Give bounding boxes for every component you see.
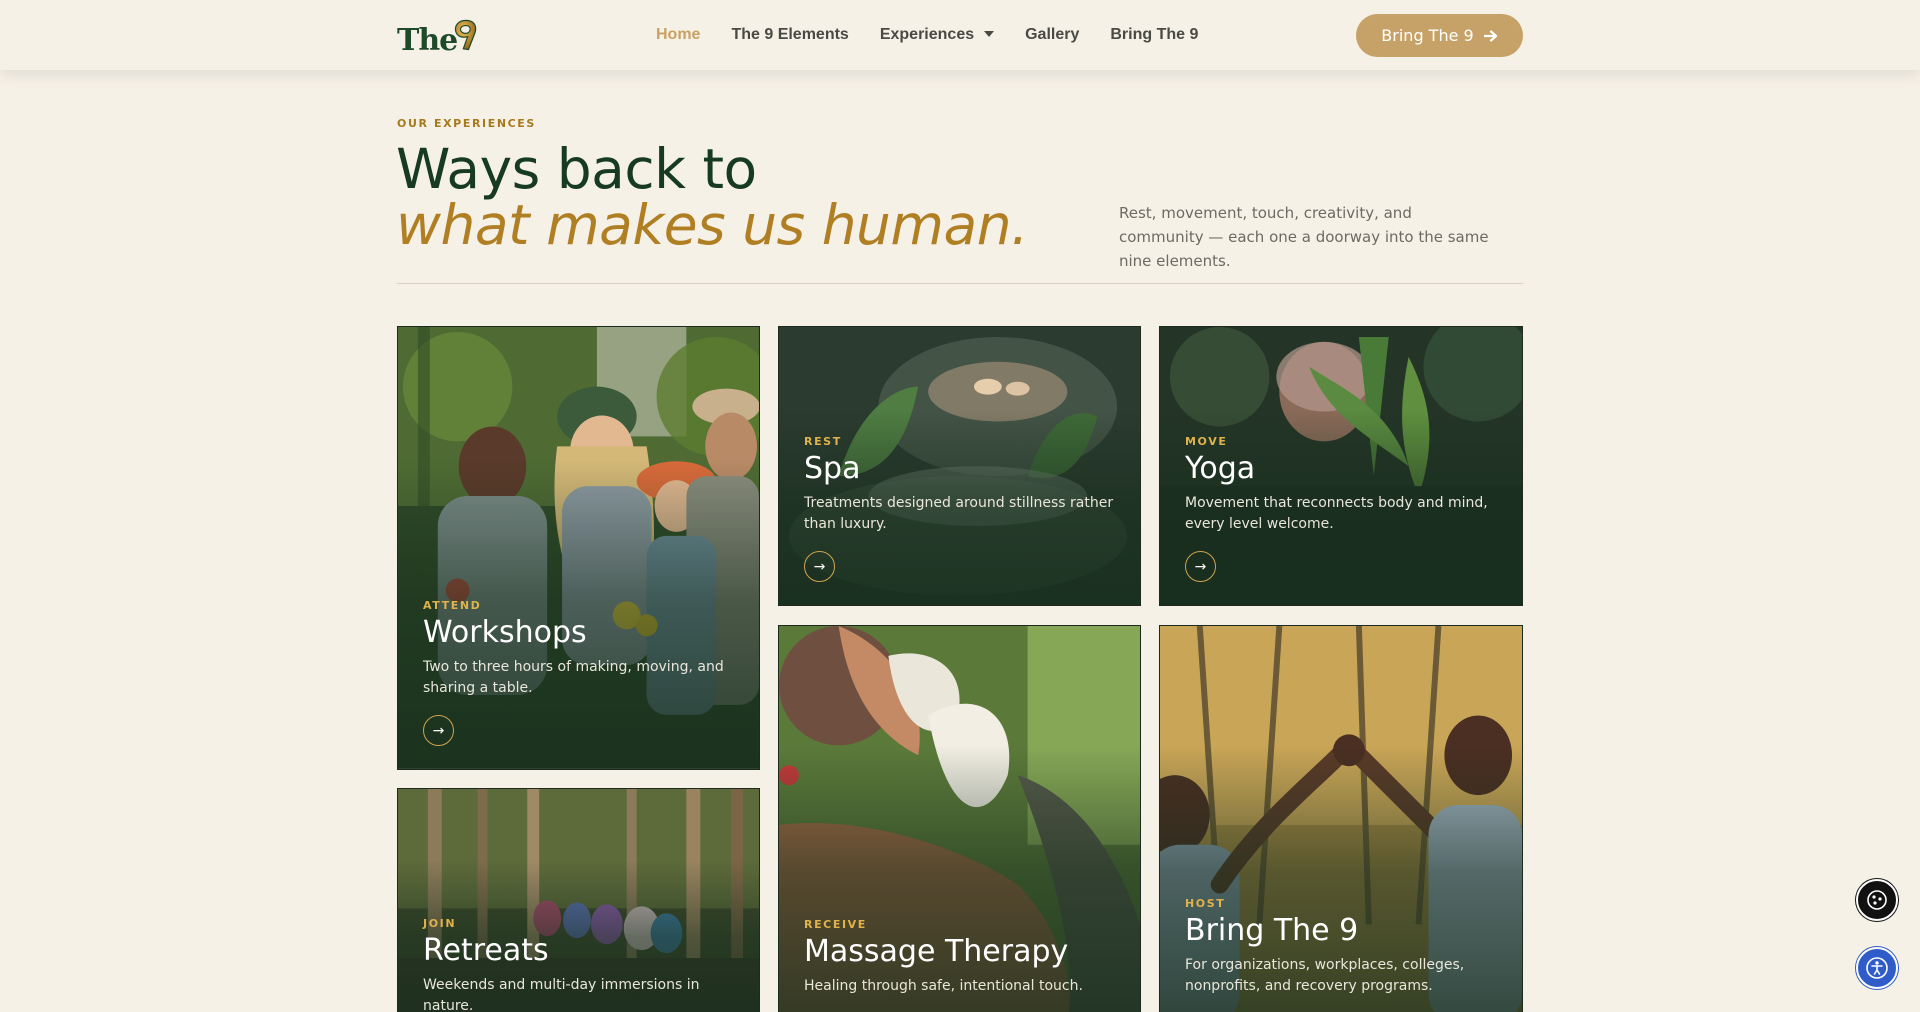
nav-bring-the-9[interactable]: Bring The 9 [1110, 26, 1198, 44]
arrow-right-icon[interactable]: → [423, 715, 454, 746]
nav-gallery[interactable]: Gallery [1025, 26, 1079, 44]
card-workshops[interactable]: ATTEND Workshops Two to three hours of m… [397, 326, 760, 770]
card-retreats[interactable]: JOIN Retreats Weekends and multi-day imm… [397, 788, 760, 1012]
card-body: MOVE Yoga Movement that reconnects body … [1185, 435, 1497, 582]
nav-experiences[interactable]: Experiences [879, 26, 995, 44]
arrow-right-icon[interactable]: → [804, 551, 835, 582]
headline-line-2: what makes us human. [396, 193, 1029, 257]
cta-label: Bring The 9 [1381, 26, 1474, 45]
card-title: Spa [804, 451, 861, 486]
section-headline: Ways back to what makes us human. [396, 141, 1096, 253]
card-title: Workshops [423, 615, 587, 650]
card-body: REST Spa Treatments designed around stil… [804, 435, 1115, 582]
nav-nine-elements[interactable]: The 9 Elements [731, 26, 848, 44]
section-eyebrow: OUR EXPERIENCES [397, 117, 536, 130]
card-title: Yoga [1185, 451, 1256, 486]
headline-line-1: Ways back to [396, 137, 757, 201]
card-body: HOST Bring The 9 For organizations, work… [1185, 897, 1497, 997]
site-header: The Home The 9 Elements Experiences Gall… [0, 0, 1920, 70]
card-tag: REST [804, 435, 842, 448]
card-title: Massage Therapy [804, 934, 1069, 969]
card-description: Two to three hours of making, moving, an… [423, 659, 724, 696]
bring-the-9-button[interactable]: Bring The 9 [1356, 14, 1523, 57]
card-body: JOIN Retreats Weekends and multi-day imm… [423, 917, 734, 1012]
arrow-right-icon[interactable]: → [1185, 551, 1216, 582]
card-tag: ATTEND [423, 599, 482, 612]
card-body: RECEIVE Massage Therapy Healing through … [804, 918, 1115, 997]
accessibility-button[interactable] [1856, 947, 1898, 989]
card-description: For organizations, workplaces, colleges,… [1185, 957, 1465, 994]
card-description: Healing through safe, intentional touch. [804, 978, 1083, 994]
card-yoga[interactable]: MOVE Yoga Movement that reconnects body … [1159, 326, 1523, 606]
card-body: ATTEND Workshops Two to three hours of m… [423, 599, 734, 746]
card-title: Bring The 9 [1185, 913, 1359, 948]
nav-experiences-label: Experiences [879, 26, 975, 43]
card-tag: MOVE [1185, 435, 1228, 448]
card-massage-therapy[interactable]: RECEIVE Massage Therapy Healing through … [778, 625, 1141, 1012]
site-logo[interactable]: The [397, 16, 479, 56]
card-tag: HOST [1185, 897, 1226, 910]
nav-home[interactable]: Home [656, 26, 700, 44]
main-nav: Home The 9 Elements Experiences Gallery … [656, 0, 1198, 70]
card-tag: RECEIVE [804, 918, 867, 931]
card-description: Weekends and multi-day immersions in nat… [423, 977, 700, 1012]
logo-text: The [397, 23, 458, 58]
cookie-settings-button[interactable] [1856, 879, 1898, 921]
arrow-right-icon [1483, 29, 1497, 42]
card-spa[interactable]: REST Spa Treatments designed around stil… [778, 326, 1141, 606]
card-tag: JOIN [423, 917, 457, 930]
card-title: Retreats [423, 933, 549, 968]
card-description: Treatments designed around stillness rat… [804, 495, 1114, 532]
card-description: Movement that reconnects body and mind, … [1185, 495, 1488, 532]
section-divider [397, 283, 1523, 284]
accessibility-icon [1866, 957, 1888, 979]
card-bring-the-9[interactable]: HOST Bring The 9 For organizations, work… [1159, 625, 1523, 1012]
caret-down-icon [984, 30, 995, 37]
section-intro-text: Rest, movement, touch, creativity, and c… [1119, 204, 1489, 270]
logo-nine-icon [455, 19, 477, 51]
cookie-settings-icon [1867, 890, 1887, 910]
